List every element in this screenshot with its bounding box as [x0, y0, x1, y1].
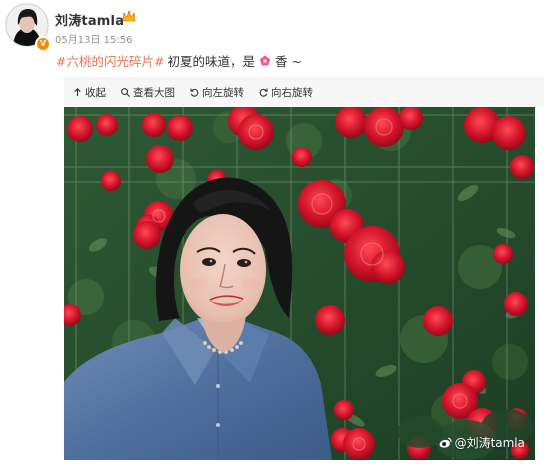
post-text-after: 香 ~	[274, 54, 302, 69]
rotate-left-button[interactable]: 向左旋转	[189, 85, 244, 100]
image-toolbar: 收起 查看大图 向左旋转 向右旋转	[64, 77, 544, 107]
post-timestamp[interactable]: 05月13日 15:56	[55, 31, 132, 46]
collapse-label: 收起	[85, 87, 106, 99]
view-large-label: 查看大图	[133, 87, 175, 99]
post-text-before: 初夏的味道，是	[167, 54, 255, 69]
crown-icon	[122, 10, 136, 22]
username[interactable]: 刘涛tamla	[55, 10, 124, 29]
weibo-post: V 刘涛tamla 05月13日 15:56 #六桃的闪光碎片# 初夏的味道，是…	[0, 0, 550, 469]
rotate-left-label: 向左旋转	[202, 87, 244, 99]
flower-emoji-icon	[259, 55, 270, 66]
rotate-right-label: 向右旋转	[271, 87, 313, 99]
hashtag-link[interactable]: #六桃的闪光碎片#	[56, 51, 164, 70]
search-icon	[121, 88, 131, 98]
collapse-button[interactable]: 收起	[72, 85, 106, 100]
view-large-button[interactable]: 查看大图	[120, 85, 175, 100]
rotate-right-icon	[259, 88, 268, 97]
post-content: #六桃的闪光碎片# 初夏的味道，是 香 ~	[56, 51, 302, 70]
rotate-left-icon	[190, 88, 199, 97]
rotate-right-button[interactable]: 向右旋转	[258, 85, 313, 100]
collapse-icon	[74, 88, 81, 97]
photo-watermark: @刘涛tamla	[438, 434, 525, 451]
post-photo[interactable]: @刘涛tamla	[64, 107, 535, 460]
watermark-text: @刘涛tamla	[454, 436, 525, 450]
verified-badge-icon: V	[35, 36, 51, 52]
weibo-logo-icon	[439, 437, 452, 448]
